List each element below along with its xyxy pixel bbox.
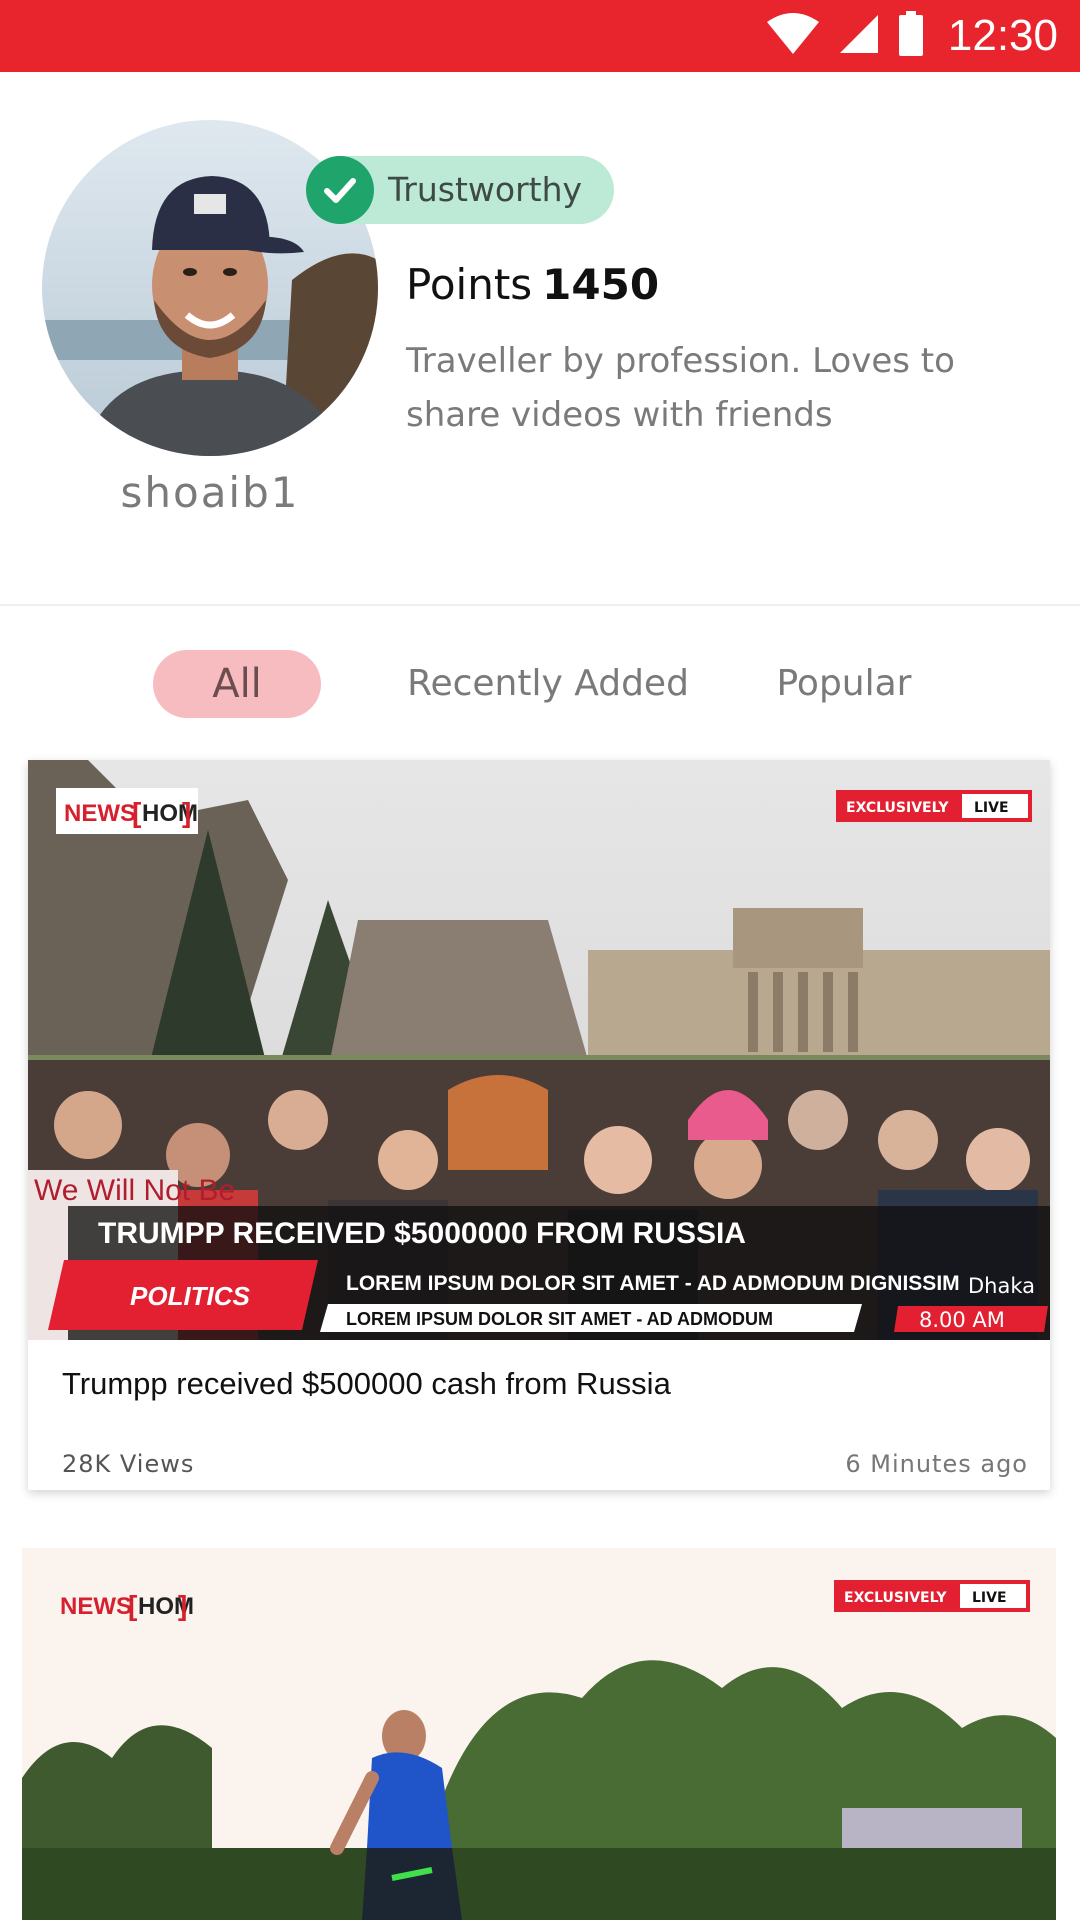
points: Points 1450 (406, 260, 659, 309)
live-tag-left: EXCLUSIVELY (846, 800, 949, 816)
video-card[interactable]: We Will Not Be TRUMPP RECEIVED $5000000 … (28, 760, 1050, 1490)
points-label: Points (406, 260, 533, 309)
category-label: POLITICS (130, 1281, 251, 1311)
points-value: 1450 (542, 260, 660, 309)
video-posted-time: 6 Minutes ago (845, 1450, 1028, 1478)
status-time: 12:30 (947, 11, 1058, 60)
tab-popular[interactable]: Popular (764, 650, 924, 718)
trust-badge-label: Trustworthy (388, 170, 583, 209)
overlay-headline: TRUMPP RECEIVED $5000000 FROM RUSSIA (98, 1217, 746, 1250)
video-card[interactable]: NEWS [ HOM ] EXCLUSIVELY LIVE (22, 1548, 1056, 1920)
news-logo-left: NEWS (60, 1593, 132, 1620)
overlay-location: Dhaka (968, 1274, 1035, 1298)
trust-badge: Trustworthy (306, 156, 614, 224)
battery-icon (898, 11, 924, 61)
cell-signal-icon (838, 13, 880, 59)
ticker-line-2: LOREM IPSUM DOLOR SIT AMET - AD ADMODUM (346, 1309, 773, 1329)
filter-tabs: All Recently Added Popular (0, 650, 1080, 720)
bracket-left-icon: [ (132, 797, 141, 828)
username: shoaib1 (120, 468, 300, 517)
tab-all[interactable]: All (153, 650, 321, 718)
wifi-icon (766, 12, 820, 60)
ticker-line-1: LOREM IPSUM DOLOR SIT AMET - AD ADMODUM … (346, 1272, 960, 1295)
bio: Traveller by profession. Loves to share … (406, 341, 955, 435)
live-tag-right: LIVE (974, 800, 1009, 816)
status-bar: 12:30 (0, 0, 1080, 72)
tab-recently-added[interactable]: Recently Added (400, 650, 696, 718)
video-thumbnail[interactable]: NEWS [ HOM ] EXCLUSIVELY LIVE (22, 1548, 1056, 1920)
live-tag-left: EXCLUSIVELY (844, 1590, 947, 1606)
check-icon (306, 156, 374, 224)
bracket-right-icon: ] (182, 797, 191, 828)
live-tag-right: LIVE (972, 1590, 1007, 1606)
video-title[interactable]: Trumpp received $500000 cash from Russia (62, 1366, 671, 1402)
bracket-left-icon: [ (128, 1590, 137, 1621)
video-views: 28K Views (62, 1450, 195, 1478)
bracket-right-icon: ] (178, 1590, 187, 1621)
profile-section: shoaib1 Trustworthy Points 1450 Traveller… (0, 72, 1080, 606)
status-icons: 12:30 (766, 10, 1058, 62)
video-thumbnail[interactable]: We Will Not Be TRUMPP RECEIVED $5000000 … (28, 760, 1050, 1340)
news-logo-left: NEWS (64, 800, 136, 827)
protest-sign-text: We Will Not Be (34, 1174, 235, 1207)
overlay-time: 8.00 AM (919, 1308, 1005, 1332)
